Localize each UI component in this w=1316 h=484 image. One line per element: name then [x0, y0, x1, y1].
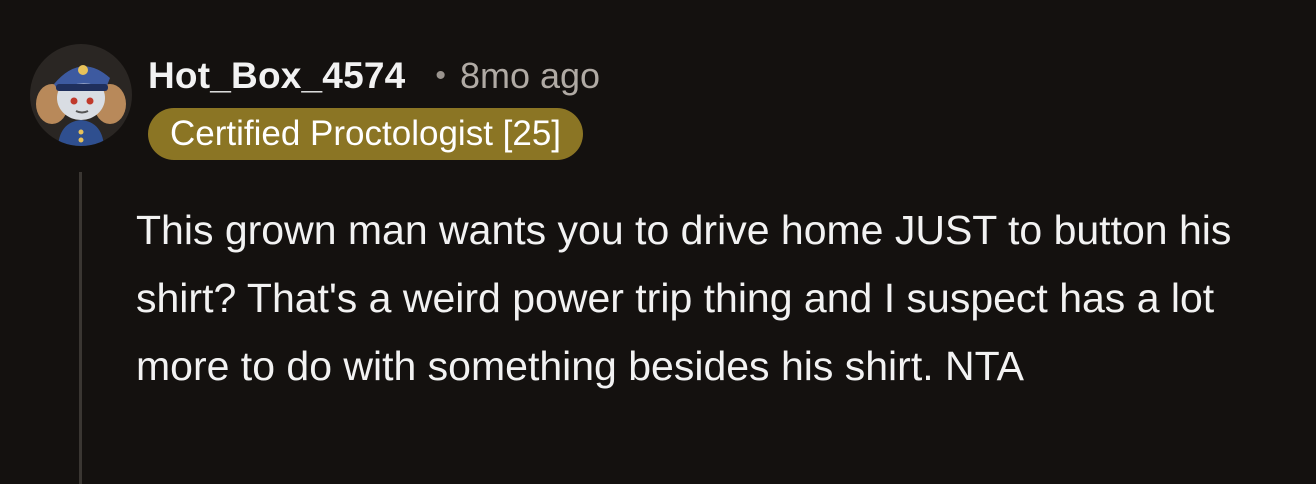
timestamp[interactable]: 8mo ago	[460, 55, 600, 97]
comment-body: This grown man wants you to drive home J…	[136, 207, 1232, 389]
avatar[interactable]	[30, 44, 132, 146]
separator-dot: •	[435, 59, 446, 92]
comment-header: Hot_Box_4574 • 8mo ago	[148, 54, 600, 98]
comment: Hot_Box_4574 • 8mo ago Certified Proctol…	[0, 0, 1316, 484]
thread-line[interactable]	[79, 172, 82, 484]
username[interactable]: Hot_Box_4574	[148, 55, 405, 97]
snoo-police-avatar-icon	[36, 65, 126, 146]
user-flair: Certified Proctologist [25]	[148, 108, 584, 160]
